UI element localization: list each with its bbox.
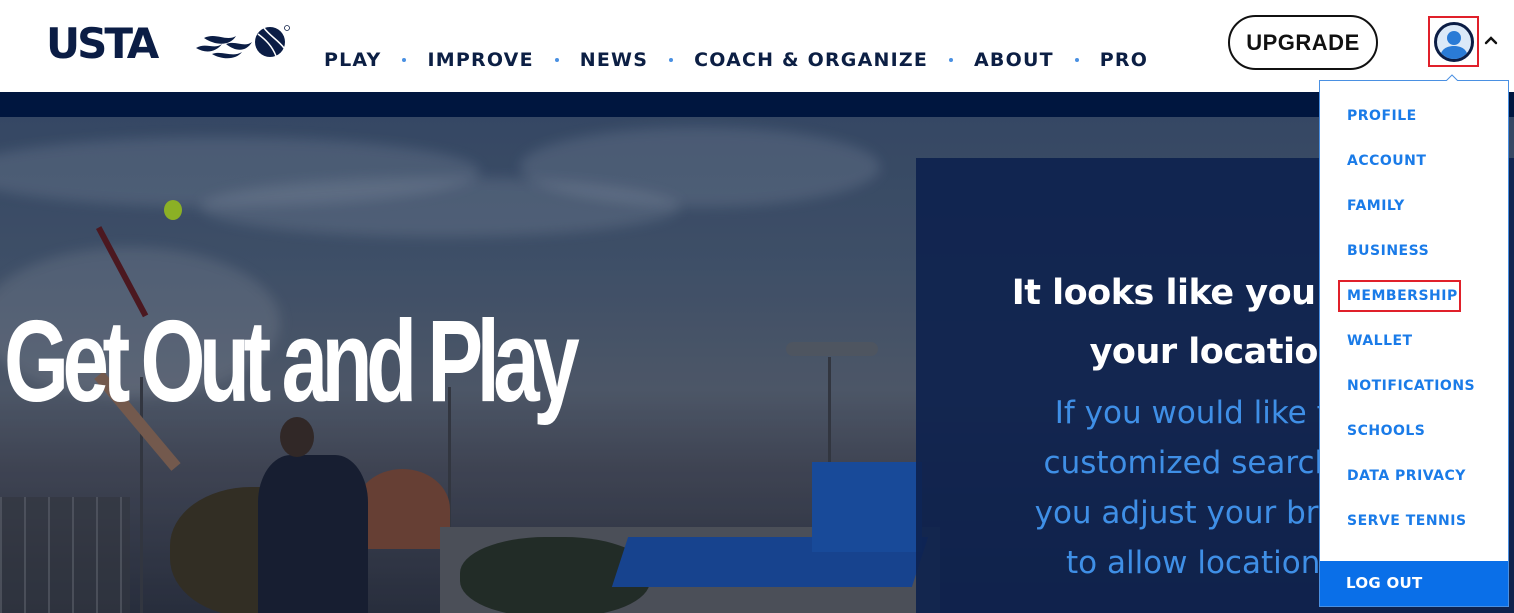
- nav-play[interactable]: PLAY: [324, 49, 381, 71]
- site-header: USTA PLAY IMPROVE NEWS COACH & ORGANIZE …: [0, 0, 1514, 92]
- main-nav: PLAY IMPROVE NEWS COACH & ORGANIZE ABOUT…: [324, 47, 1148, 73]
- nav-separator: [949, 58, 954, 62]
- avatar: [1433, 21, 1474, 62]
- page: USTA PLAY IMPROVE NEWS COACH & ORGANIZE …: [0, 0, 1514, 613]
- nav-coach-organize[interactable]: COACH & ORGANIZE: [694, 49, 928, 71]
- logout-button[interactable]: LOG OUT: [1320, 561, 1508, 606]
- user-menu-dropdown: PROFILE ACCOUNT FAMILY BUSINESS MEMBERSH…: [1319, 80, 1509, 607]
- chevron-up-icon[interactable]: [1483, 32, 1499, 48]
- logout-label: LOG OUT: [1346, 574, 1423, 592]
- upgrade-button[interactable]: UPGRADE: [1228, 15, 1378, 70]
- nav-pro[interactable]: PRO: [1100, 49, 1148, 71]
- menu-item-family[interactable]: FAMILY: [1347, 198, 1405, 214]
- menu-item-serve-tennis[interactable]: SERVE TENNIS: [1347, 513, 1467, 529]
- nav-separator: [669, 58, 674, 62]
- menu-item-notifications[interactable]: NOTIFICATIONS: [1347, 378, 1475, 394]
- nav-improve[interactable]: IMPROVE: [427, 49, 533, 71]
- usta-logo-icon: USTA: [46, 19, 290, 68]
- usta-logo[interactable]: USTA: [46, 19, 290, 68]
- dropdown-caret: [1445, 74, 1459, 82]
- nav-about[interactable]: ABOUT: [974, 49, 1054, 71]
- nav-separator: [402, 58, 407, 62]
- user-avatar-icon: [1439, 30, 1468, 59]
- menu-item-membership[interactable]: MEMBERSHIP: [1347, 288, 1458, 304]
- nav-separator: [1074, 58, 1079, 62]
- menu-item-profile[interactable]: PROFILE: [1347, 108, 1417, 124]
- menu-item-account[interactable]: ACCOUNT: [1347, 153, 1426, 169]
- user-menu-button[interactable]: [1428, 16, 1479, 67]
- nav-separator: [554, 58, 559, 62]
- menu-item-schools[interactable]: SCHOOLS: [1347, 423, 1425, 439]
- header-band: [0, 92, 1514, 117]
- hero-title: Get Out and Play: [4, 296, 580, 426]
- menu-item-wallet[interactable]: WALLET: [1347, 333, 1413, 349]
- menu-item-business[interactable]: BUSINESS: [1347, 243, 1429, 259]
- usta-logo-text: USTA: [46, 22, 160, 64]
- menu-item-data-privacy[interactable]: DATA PRIVACY: [1347, 468, 1466, 484]
- nav-news[interactable]: NEWS: [580, 49, 648, 71]
